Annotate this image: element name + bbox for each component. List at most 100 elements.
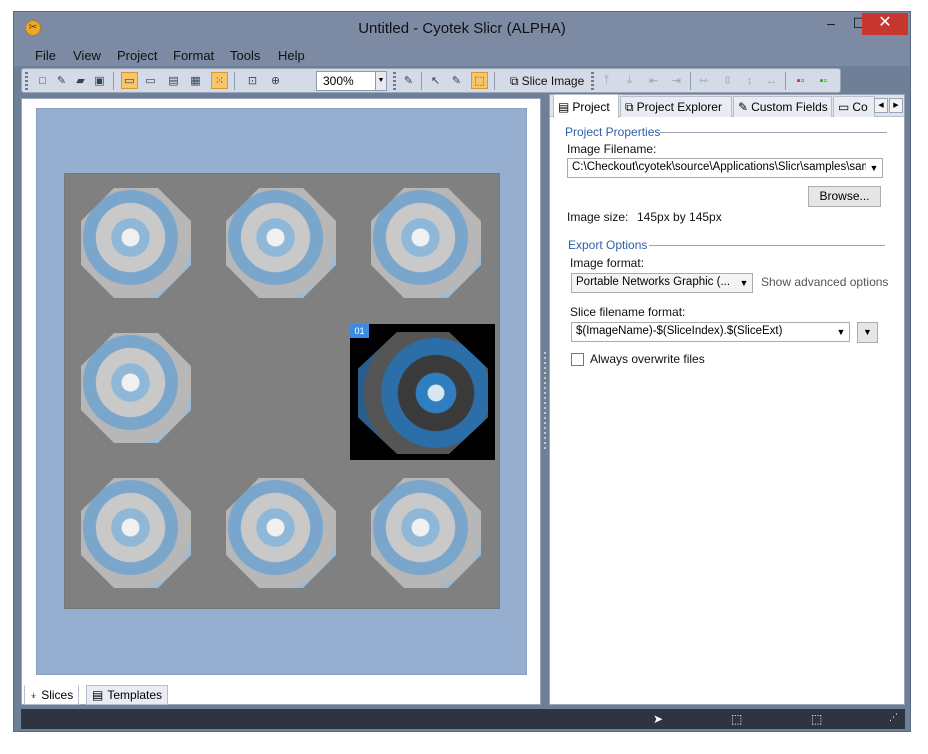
tab-templates[interactable]: ▤ Templates bbox=[86, 685, 169, 705]
menu-help[interactable]: Help bbox=[278, 48, 305, 63]
explorer-icon: ⧉ bbox=[625, 99, 634, 114]
close-button[interactable]: ✕ bbox=[862, 13, 908, 35]
toolbar-separator bbox=[690, 72, 691, 90]
spacing-v-icon[interactable]: ↕ bbox=[741, 72, 758, 89]
pane-splitter[interactable] bbox=[544, 352, 546, 452]
edit-icon[interactable]: ✎ bbox=[53, 72, 70, 89]
slice-filename-format-value: $(ImageName)-$(SliceIndex).$(SliceExt) bbox=[576, 325, 783, 337]
slice-filename-format-input[interactable]: $(ImageName)-$(SliceIndex).$(SliceExt) ▼ bbox=[571, 322, 850, 342]
selected-slice[interactable]: 01 bbox=[350, 324, 495, 460]
menu-tools[interactable]: Tools bbox=[230, 48, 260, 63]
slicer-icon[interactable]: ✎ bbox=[400, 72, 417, 89]
menu-file[interactable]: File bbox=[35, 48, 56, 63]
project-icon: ▤ bbox=[558, 99, 570, 114]
section-divider bbox=[649, 245, 885, 246]
slice-filename-format-label: Slice filename format: bbox=[570, 305, 686, 319]
toolbar-grip[interactable] bbox=[25, 72, 28, 90]
browse-button[interactable]: Browse... bbox=[808, 186, 881, 207]
image-size-label: Image size: bbox=[567, 210, 629, 224]
fill-icon[interactable]: ▦ bbox=[187, 72, 204, 89]
grid-icon[interactable]: ⁙ bbox=[211, 72, 228, 89]
tab-project-label: Project bbox=[572, 99, 610, 114]
zoom-fit-icon[interactable]: ⊡ bbox=[244, 72, 261, 89]
zoom-icon[interactable]: ⊕ bbox=[267, 72, 284, 89]
image-filename-input[interactable]: C:\Checkout\cyotek\source\Applications\S… bbox=[567, 158, 883, 178]
sprite-frame bbox=[210, 174, 350, 314]
slice-icon[interactable]: ▭ bbox=[142, 72, 159, 89]
pointer-icon[interactable]: ↖ bbox=[427, 72, 444, 89]
window-title: Untitled - Cyotek Slicr (ALPHA) bbox=[358, 20, 566, 37]
menu-format[interactable]: Format bbox=[173, 48, 214, 63]
image-format-value: Portable Networks Graphic (... bbox=[576, 276, 731, 288]
chevron-down-icon[interactable]: ▼ bbox=[736, 274, 752, 292]
toolbar-separator bbox=[494, 72, 495, 90]
align-bottom-icon[interactable]: ⤓ bbox=[621, 72, 638, 89]
sprite-sheet[interactable]: 01 bbox=[64, 173, 500, 609]
sprite-frame bbox=[65, 464, 205, 604]
new-icon[interactable]: □ bbox=[34, 72, 51, 89]
tab-slices[interactable]: ⍖ Slices bbox=[24, 685, 80, 705]
image-size-value: 145px by 145px bbox=[637, 210, 722, 224]
toolbar-grip[interactable] bbox=[591, 72, 594, 90]
minimize-button[interactable]: – bbox=[816, 13, 846, 35]
properties-pane: ▤ Project ⧉ Project Explorer ✎ Custom Fi… bbox=[549, 94, 905, 705]
same-width-icon[interactable]: ⇿ bbox=[695, 72, 712, 89]
sprite-frame bbox=[65, 174, 205, 314]
tab-templates-label: Templates bbox=[107, 688, 163, 702]
cursor-icon: ➤ bbox=[653, 712, 664, 726]
always-overwrite-checkbox[interactable] bbox=[571, 353, 584, 366]
canvas-icon[interactable]: ▭ bbox=[121, 72, 138, 89]
export-options-heading: Export Options bbox=[568, 238, 648, 252]
toolbar-grip[interactable] bbox=[393, 72, 396, 90]
align-left-icon[interactable]: ⇤ bbox=[645, 72, 662, 89]
tab-project[interactable]: ▤ Project bbox=[553, 94, 619, 118]
image-canvas[interactable]: 01 bbox=[36, 108, 527, 675]
save-icon[interactable]: ▣ bbox=[91, 72, 108, 89]
menu-bar: File View Project Format Tools Help bbox=[14, 46, 910, 66]
section-divider bbox=[660, 132, 887, 133]
tab-co-label: Co bbox=[852, 100, 868, 114]
align-top-icon[interactable]: ⤒ bbox=[598, 72, 615, 89]
properties-tabs: ▤ Project ⧉ Project Explorer ✎ Custom Fi… bbox=[550, 94, 904, 118]
slice-index-label: 01 bbox=[350, 324, 369, 338]
canvas-pane: 01 ⍖ Slices ▤ Templates bbox=[21, 98, 541, 705]
chevron-down-icon[interactable]: ▼ bbox=[833, 323, 849, 341]
select-icon[interactable]: ⬚ bbox=[471, 72, 488, 89]
toolbar-separator bbox=[113, 72, 114, 90]
tab-co[interactable]: ▭ Co bbox=[833, 96, 875, 117]
slice-image-button[interactable]: ⧉ Slice Image bbox=[506, 71, 588, 91]
pencil-icon[interactable]: ✎ bbox=[448, 72, 465, 89]
align-right-icon[interactable]: ⇥ bbox=[668, 72, 685, 89]
tab-project-explorer[interactable]: ⧉ Project Explorer bbox=[620, 96, 732, 117]
image-format-select[interactable]: Portable Networks Graphic (... ▼ bbox=[571, 273, 753, 293]
app-window: ✂ Untitled - Cyotek Slicr (ALPHA) – ☐ ✕ … bbox=[13, 11, 911, 732]
tab-slices-label: Slices bbox=[41, 688, 74, 702]
tab-scroll-right[interactable]: ▶ bbox=[889, 98, 903, 113]
image-filename-value: C:\Checkout\cyotek\source\Applications\S… bbox=[572, 161, 883, 173]
chevron-down-icon[interactable]: ▼ bbox=[866, 159, 882, 177]
open-icon[interactable]: ▰ bbox=[72, 72, 89, 89]
zoom-dropdown-arrow[interactable]: ▼ bbox=[375, 71, 387, 91]
slice-image-icon: ⧉ bbox=[510, 73, 519, 88]
tab-scroll-left[interactable]: ◀ bbox=[874, 98, 888, 113]
colors2-icon[interactable]: ▪▫ bbox=[815, 72, 832, 89]
tab-custom-fields-label: Custom Fields bbox=[751, 100, 828, 114]
sprite-frame bbox=[210, 464, 350, 604]
spacing-h-icon[interactable]: ↔ bbox=[763, 72, 780, 89]
resize-grip-icon[interactable]: ⋰ bbox=[889, 712, 898, 723]
pencil-icon: ✎ bbox=[738, 100, 749, 114]
menu-view[interactable]: View bbox=[73, 48, 101, 63]
menu-project[interactable]: Project bbox=[117, 48, 157, 63]
colors-icon[interactable]: ▪▫ bbox=[792, 72, 809, 89]
zoom-combo[interactable]: 300% bbox=[316, 71, 376, 91]
format-options-button[interactable]: ▼ bbox=[857, 322, 878, 343]
same-height-icon[interactable]: ⇳ bbox=[719, 72, 736, 89]
bordered-icon[interactable]: ▤ bbox=[165, 72, 182, 89]
slice-image-label: Slice Image bbox=[521, 74, 585, 88]
project-properties-heading: Project Properties bbox=[565, 125, 661, 139]
image-filename-label: Image Filename: bbox=[567, 142, 657, 156]
show-advanced-options[interactable]: Show advanced options bbox=[761, 275, 888, 289]
toolbar-separator bbox=[234, 72, 235, 90]
tab-custom-fields[interactable]: ✎ Custom Fields bbox=[733, 96, 832, 117]
toolbar-separator bbox=[785, 72, 786, 90]
